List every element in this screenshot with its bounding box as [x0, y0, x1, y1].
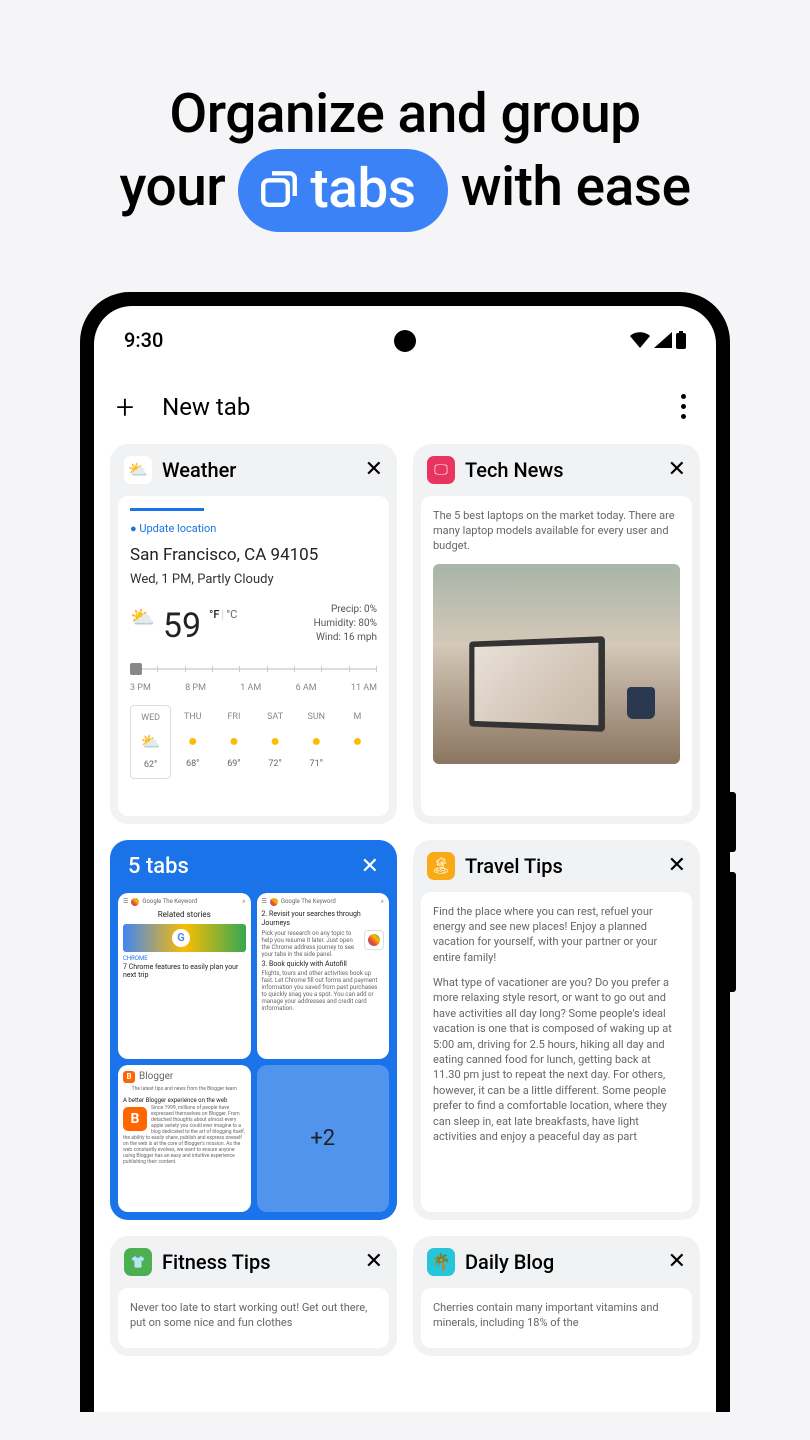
blogger-icon: B	[123, 1071, 135, 1083]
weather-details: Precip: 0% Humidity: 80% Wind: 16 mph	[314, 603, 377, 645]
phone-frame: 9:30 + New tab ⛅ Weather ✕	[80, 292, 730, 1412]
blog-body: Cherries contain many important vitamins…	[433, 1300, 680, 1331]
travel-icon: 🏝	[427, 852, 455, 880]
signal-icon	[654, 332, 672, 348]
card-title: Weather	[162, 458, 355, 482]
mini-tab[interactable]: ☰ Google The Keyword ⌕ Related stories C…	[118, 893, 251, 1060]
battery-icon	[676, 331, 686, 349]
close-icon[interactable]: ✕	[668, 1249, 686, 1274]
tabs-pill: tabs	[238, 149, 447, 232]
card-title: Travel Tips	[465, 854, 658, 878]
wifi-icon	[630, 332, 650, 348]
status-time: 9:30	[124, 328, 163, 352]
tab-card-travel[interactable]: 🏝 Travel Tips ✕ Find the place where you…	[413, 840, 700, 1220]
temp-units[interactable]: °F|°C	[209, 607, 237, 622]
fitness-icon: 👕	[124, 1248, 152, 1276]
mini-tab[interactable]: BBlogger The latest tips and news from t…	[118, 1065, 251, 1211]
tab-card-blog[interactable]: 🌴 Daily Blog ✕ Cherries contain many imp…	[413, 1236, 700, 1356]
tech-icon: 🖵	[427, 456, 455, 484]
update-location-link[interactable]: Update location	[130, 521, 377, 536]
marketing-headline: Organize and group your tabs with ease	[0, 0, 810, 272]
card-title: Tech News	[465, 458, 658, 482]
weather-datetime: Wed, 1 PM, Partly Cloudy	[130, 571, 377, 589]
tab-card-weather[interactable]: ⛅ Weather ✕ Update location San Francisc…	[110, 444, 397, 824]
weather-location: San Francisco, CA 94105	[130, 544, 377, 568]
close-icon[interactable]: ✕	[365, 1249, 383, 1274]
travel-p1: Find the place where you can rest, refue…	[433, 904, 680, 966]
new-tab-button[interactable]: +	[116, 388, 134, 426]
tab-group-card[interactable]: 5 tabs ✕ ☰ Google The Keyword ⌕ Related …	[110, 840, 397, 1220]
app-bar-title: New tab	[162, 393, 653, 421]
tabgroup-title: 5 tabs	[128, 854, 361, 879]
laptop-image	[433, 564, 680, 764]
tab-card-tech[interactable]: 🖵 Tech News ✕ The 5 best laptops on the …	[413, 444, 700, 824]
travel-p2: What type of vacationer are you? Do you …	[433, 975, 680, 1144]
card-title: Fitness Tips	[162, 1250, 355, 1274]
tech-body-text: The 5 best laptops on the market today. …	[433, 508, 680, 554]
fitness-body: Never too late to start working out! Get…	[130, 1300, 377, 1331]
camera-dot	[394, 330, 416, 352]
tabs-icon	[258, 168, 300, 210]
tab-card-fitness[interactable]: 👕 Fitness Tips ✕ Never too late to start…	[110, 1236, 397, 1356]
blogger-icon: B	[123, 1107, 147, 1131]
mini-tab[interactable]: ☰ Google The Keyword ⌕ 2. Revisit your s…	[257, 893, 390, 1060]
more-tabs-button[interactable]: +2	[257, 1065, 390, 1211]
time-labels: 3 PM8 PM1 AM6 AM11 AM	[130, 682, 377, 695]
close-icon[interactable]: ✕	[668, 853, 686, 878]
close-icon[interactable]: ✕	[361, 854, 379, 879]
sun-icon: ⛅	[130, 603, 155, 631]
temperature: 59	[163, 603, 201, 651]
blog-icon: 🌴	[427, 1248, 455, 1276]
close-icon[interactable]: ✕	[668, 457, 686, 482]
close-icon[interactable]: ✕	[365, 457, 383, 482]
day-forecast[interactable]: WED⛅62° THU●68° FRI●69° SAT●72° SUN●71° …	[130, 705, 377, 779]
card-title: Daily Blog	[465, 1250, 658, 1274]
time-slider[interactable]	[130, 662, 377, 676]
menu-button[interactable]	[681, 394, 694, 419]
app-bar: + New tab	[94, 360, 716, 444]
weather-icon: ⛅	[124, 456, 152, 484]
